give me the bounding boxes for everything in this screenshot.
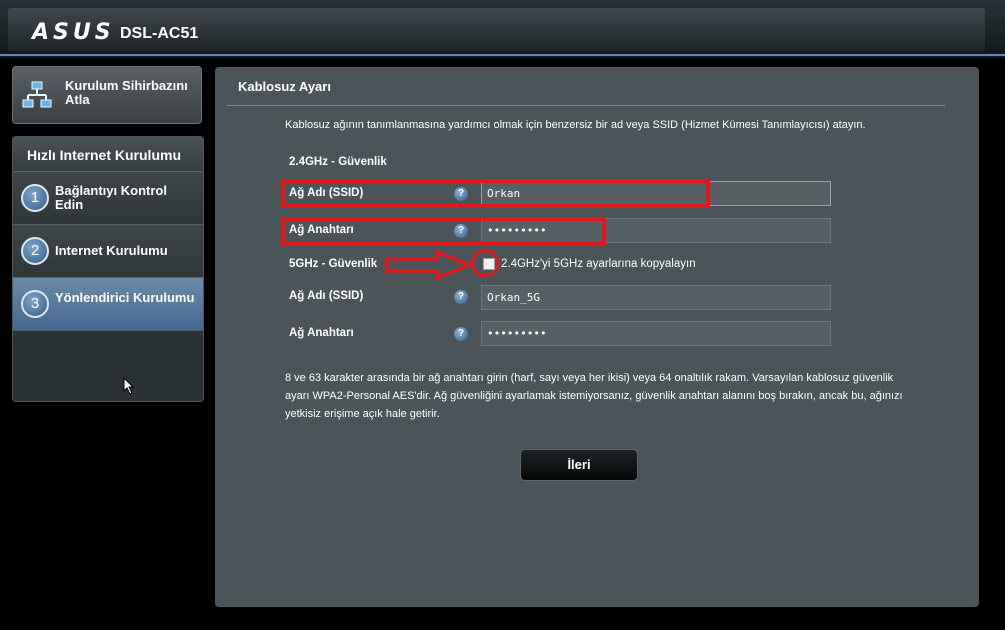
sidebar-item-router-setup[interactable]: 3 Yönlendirici Kurulumu bbox=[13, 278, 203, 331]
help-icon[interactable]: ? bbox=[454, 290, 468, 304]
steps-title-text: Hızlı Internet Kurulumu bbox=[27, 147, 181, 163]
band24-heading: 2.4GHz - Güvenlik bbox=[289, 156, 387, 168]
step-number-badge: 3 bbox=[21, 290, 49, 318]
sidebar-item-check-connection[interactable]: 1 Bağlantıyı Kontrol Edin bbox=[13, 172, 203, 225]
wireless-settings-panel: Kablosuz Ayarı Kablosuz ağının tanımlanm… bbox=[215, 67, 979, 607]
step-number-badge: 2 bbox=[21, 237, 49, 265]
sidebar-item-internet-setup[interactable]: 2 Internet Kurulumu bbox=[13, 225, 203, 278]
skip-wizard-label: Kurulum Sihirbazını Atla bbox=[65, 78, 188, 107]
next-button[interactable]: İleri bbox=[520, 449, 638, 481]
model-name: DSL-AC51 bbox=[120, 25, 199, 42]
mouse-pointer-icon bbox=[123, 377, 135, 395]
annotation-box-key bbox=[281, 217, 606, 246]
band5-key-input[interactable]: ••••••••• bbox=[481, 321, 831, 346]
setup-steps-panel: Hızlı Internet Kurulumu 1 Bağlantıyı Kon… bbox=[12, 136, 204, 402]
copy-settings-label: 2.4GHz'yi 5GHz ayarlarına kopyalayın bbox=[501, 258, 696, 270]
help-icon[interactable]: ? bbox=[454, 327, 468, 341]
network-icon bbox=[22, 81, 52, 108]
page-title: Kablosuz Ayarı bbox=[238, 79, 331, 94]
step-label: Bağlantıyı Kontrol Edin bbox=[55, 183, 167, 212]
title-divider bbox=[227, 105, 945, 106]
description-text: Kablosuz ağının tanımlanmasına yardımcı … bbox=[285, 119, 866, 131]
header-divider bbox=[0, 54, 1005, 56]
copy-settings-checkbox[interactable] bbox=[483, 258, 495, 270]
step-number-badge: 1 bbox=[21, 184, 49, 212]
annotation-arrow-icon bbox=[385, 250, 474, 280]
band5-ssid-input[interactable]: Orkan_5G bbox=[481, 285, 831, 310]
band5-key-label: Ağ Anahtarı bbox=[289, 327, 354, 339]
key-hint-text: 8 ve 63 karakter arasında bir ağ anahtar… bbox=[285, 372, 903, 420]
skip-wizard-button[interactable]: Kurulum Sihirbazını Atla bbox=[12, 66, 202, 124]
asus-logo: ASUS bbox=[32, 20, 115, 45]
step-label: Yönlendirici Kurulumu bbox=[55, 290, 195, 305]
top-header: ASUS DSL-AC51 bbox=[0, 0, 1005, 58]
annotation-box-ssid bbox=[281, 179, 710, 208]
band5-ssid-label: Ağ Adı (SSID) bbox=[289, 290, 364, 302]
step-label: Internet Kurulumu bbox=[55, 243, 168, 258]
steps-title: Hızlı Internet Kurulumu bbox=[13, 137, 203, 172]
band5-heading: 5GHz - Güvenlik bbox=[289, 258, 378, 270]
